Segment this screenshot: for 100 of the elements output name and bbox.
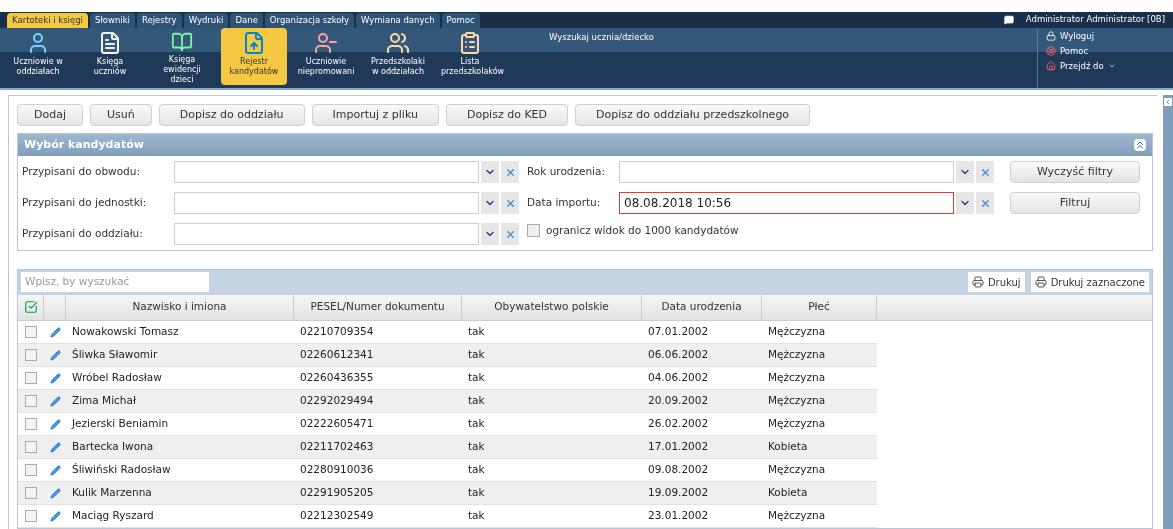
expand-icon[interactable] (1164, 98, 1172, 106)
toolbar-button[interactable]: Uczniowie w oddziałach (5, 28, 71, 85)
menu-tab[interactable]: Rejestry (137, 13, 182, 28)
edit-icon[interactable] (49, 372, 61, 384)
table-cell: tak (468, 393, 485, 409)
action-button[interactable]: Dopisz do KED (445, 104, 569, 126)
table-cell: 17.01.2002 (648, 439, 709, 455)
combo-field[interactable] (174, 223, 479, 245)
menu-tab[interactable]: Wymiana danych (356, 13, 440, 28)
table-cell: Mężczyzna (768, 462, 826, 478)
table-cell: 02260436355 (300, 370, 374, 386)
menu-tab[interactable]: Pomoc (441, 13, 480, 28)
printer-icon (1034, 276, 1047, 289)
menu-tab[interactable]: Dane (230, 13, 263, 28)
user-link[interactable]: Wyloguj (1046, 30, 1157, 42)
user-link[interactable]: Przejdź do (1046, 60, 1157, 72)
row-checkbox[interactable] (25, 464, 37, 476)
column-header[interactable]: PESEL/Numer dokumentu (310, 299, 445, 316)
table-cell: Mężczyzna (768, 416, 826, 432)
checkbox-label: ogranicz widok do 1000 kandydatów (546, 223, 739, 238)
table-cell: Śliwka Sławomir (72, 347, 158, 363)
row-checkbox[interactable] (25, 487, 37, 499)
table-cell: 02212302549 (300, 508, 374, 524)
menu-tab[interactable]: Organizacja szkoły (264, 13, 355, 28)
toolbar-button[interactable]: Przedszkolaki w oddziałach (365, 28, 431, 85)
edit-icon[interactable] (49, 487, 61, 499)
caret-icon (1107, 62, 1116, 70)
edit-icon[interactable] (49, 418, 61, 430)
row-checkbox[interactable] (25, 418, 37, 430)
table-cell: tak (468, 462, 485, 478)
clear-icon[interactable] (979, 166, 991, 178)
edit-icon[interactable] (49, 464, 61, 476)
menu-tab[interactable]: Kartoteki i księgi (7, 13, 88, 28)
column-header[interactable]: Płeć (808, 299, 830, 316)
edit-icon[interactable] (49, 395, 61, 407)
toolbar-button[interactable]: Księga ewidencji dzieci (149, 28, 215, 85)
row-checkbox[interactable] (25, 441, 37, 453)
table-cell: 02280910036 (300, 462, 374, 478)
table-cell: Mężczyzna (768, 393, 826, 409)
clear-icon[interactable] (504, 166, 516, 178)
home-icon (1046, 61, 1056, 71)
select-all-icon[interactable] (23, 300, 38, 315)
table-cell: Mężczyzna (768, 324, 826, 340)
combo-field[interactable]: 08.08.2018 10:56 (619, 192, 954, 214)
table-cell: tak (468, 508, 485, 524)
action-button[interactable]: Usuń (90, 104, 152, 126)
table-cell: Kobieta (768, 485, 808, 501)
row-checkbox[interactable] (25, 510, 37, 522)
toolbar-button[interactable]: Rejestr kandydatów (221, 28, 287, 85)
edit-icon[interactable] (49, 441, 61, 453)
list-icon (458, 31, 482, 55)
toolbar-button[interactable]: Lista przedszkolaków (437, 28, 503, 85)
combo-field[interactable] (619, 161, 954, 183)
toolbar-button[interactable]: Księga uczniów (77, 28, 143, 85)
filter-button[interactable]: Filtruj (1010, 192, 1140, 214)
search-label: Wyszukaj ucznia/dziecko (549, 31, 654, 44)
menu-tab[interactable]: Wydruki (183, 13, 229, 28)
menu-tab[interactable]: Słowniki (90, 13, 135, 28)
book-icon (170, 31, 194, 53)
column-header[interactable]: Data urodzenia (661, 299, 742, 316)
table-cell: 04.06.2002 (648, 370, 709, 386)
collapse-icon[interactable] (1134, 139, 1146, 151)
user-link[interactable]: Pomoc (1046, 45, 1157, 57)
filter-button[interactable]: Wyczyść filtry (1010, 161, 1140, 183)
lifebuoy-icon (1046, 46, 1056, 56)
toolbar-button[interactable]: Uczniowie niepromowani (293, 28, 359, 85)
print-button[interactable]: Drukuj (967, 272, 1025, 293)
edit-icon[interactable] (49, 326, 61, 338)
clear-icon[interactable] (504, 228, 516, 240)
action-button[interactable]: Dodaj (17, 104, 83, 126)
message-icon[interactable] (1003, 14, 1014, 25)
edit-icon[interactable] (49, 349, 61, 361)
column-header[interactable]: Obywatelstwo polskie (494, 299, 609, 316)
checkbox[interactable] (527, 224, 540, 238)
person-minus-icon (314, 31, 338, 55)
action-button[interactable]: Importuj z pliku (311, 104, 439, 126)
combo-field[interactable] (174, 161, 479, 183)
row-checkbox[interactable] (25, 372, 37, 384)
table-cell: 20.09.2002 (648, 393, 709, 409)
row-checkbox[interactable] (25, 395, 37, 407)
action-button[interactable]: Dopisz do oddziału (158, 104, 305, 126)
table-cell: tak (468, 324, 485, 340)
table-cell: 02260612341 (300, 347, 374, 363)
table-cell: 26.02.2002 (648, 416, 709, 432)
row-checkbox[interactable] (25, 349, 37, 361)
edit-icon[interactable] (49, 510, 61, 522)
field-label: Przypisani do oddziału: (22, 226, 144, 242)
print-button[interactable]: Drukuj zaznaczone (1030, 272, 1149, 293)
field-label: Data importu: (527, 195, 602, 211)
table-cell: 02211702463 (300, 439, 374, 455)
upload-icon (242, 31, 266, 55)
table-cell: Maciąg Ryszard (72, 508, 154, 524)
user-name: Administrator Administrator [0B] (1025, 13, 1165, 26)
clear-icon[interactable] (979, 197, 991, 209)
action-button[interactable]: Dopisz do oddziału przedszkolnego (575, 104, 811, 126)
clear-icon[interactable] (504, 197, 516, 209)
column-header[interactable]: Nazwisko i imiona (132, 299, 227, 316)
combo-field[interactable] (174, 192, 479, 214)
table-cell: tak (468, 347, 485, 363)
row-checkbox[interactable] (25, 326, 37, 338)
